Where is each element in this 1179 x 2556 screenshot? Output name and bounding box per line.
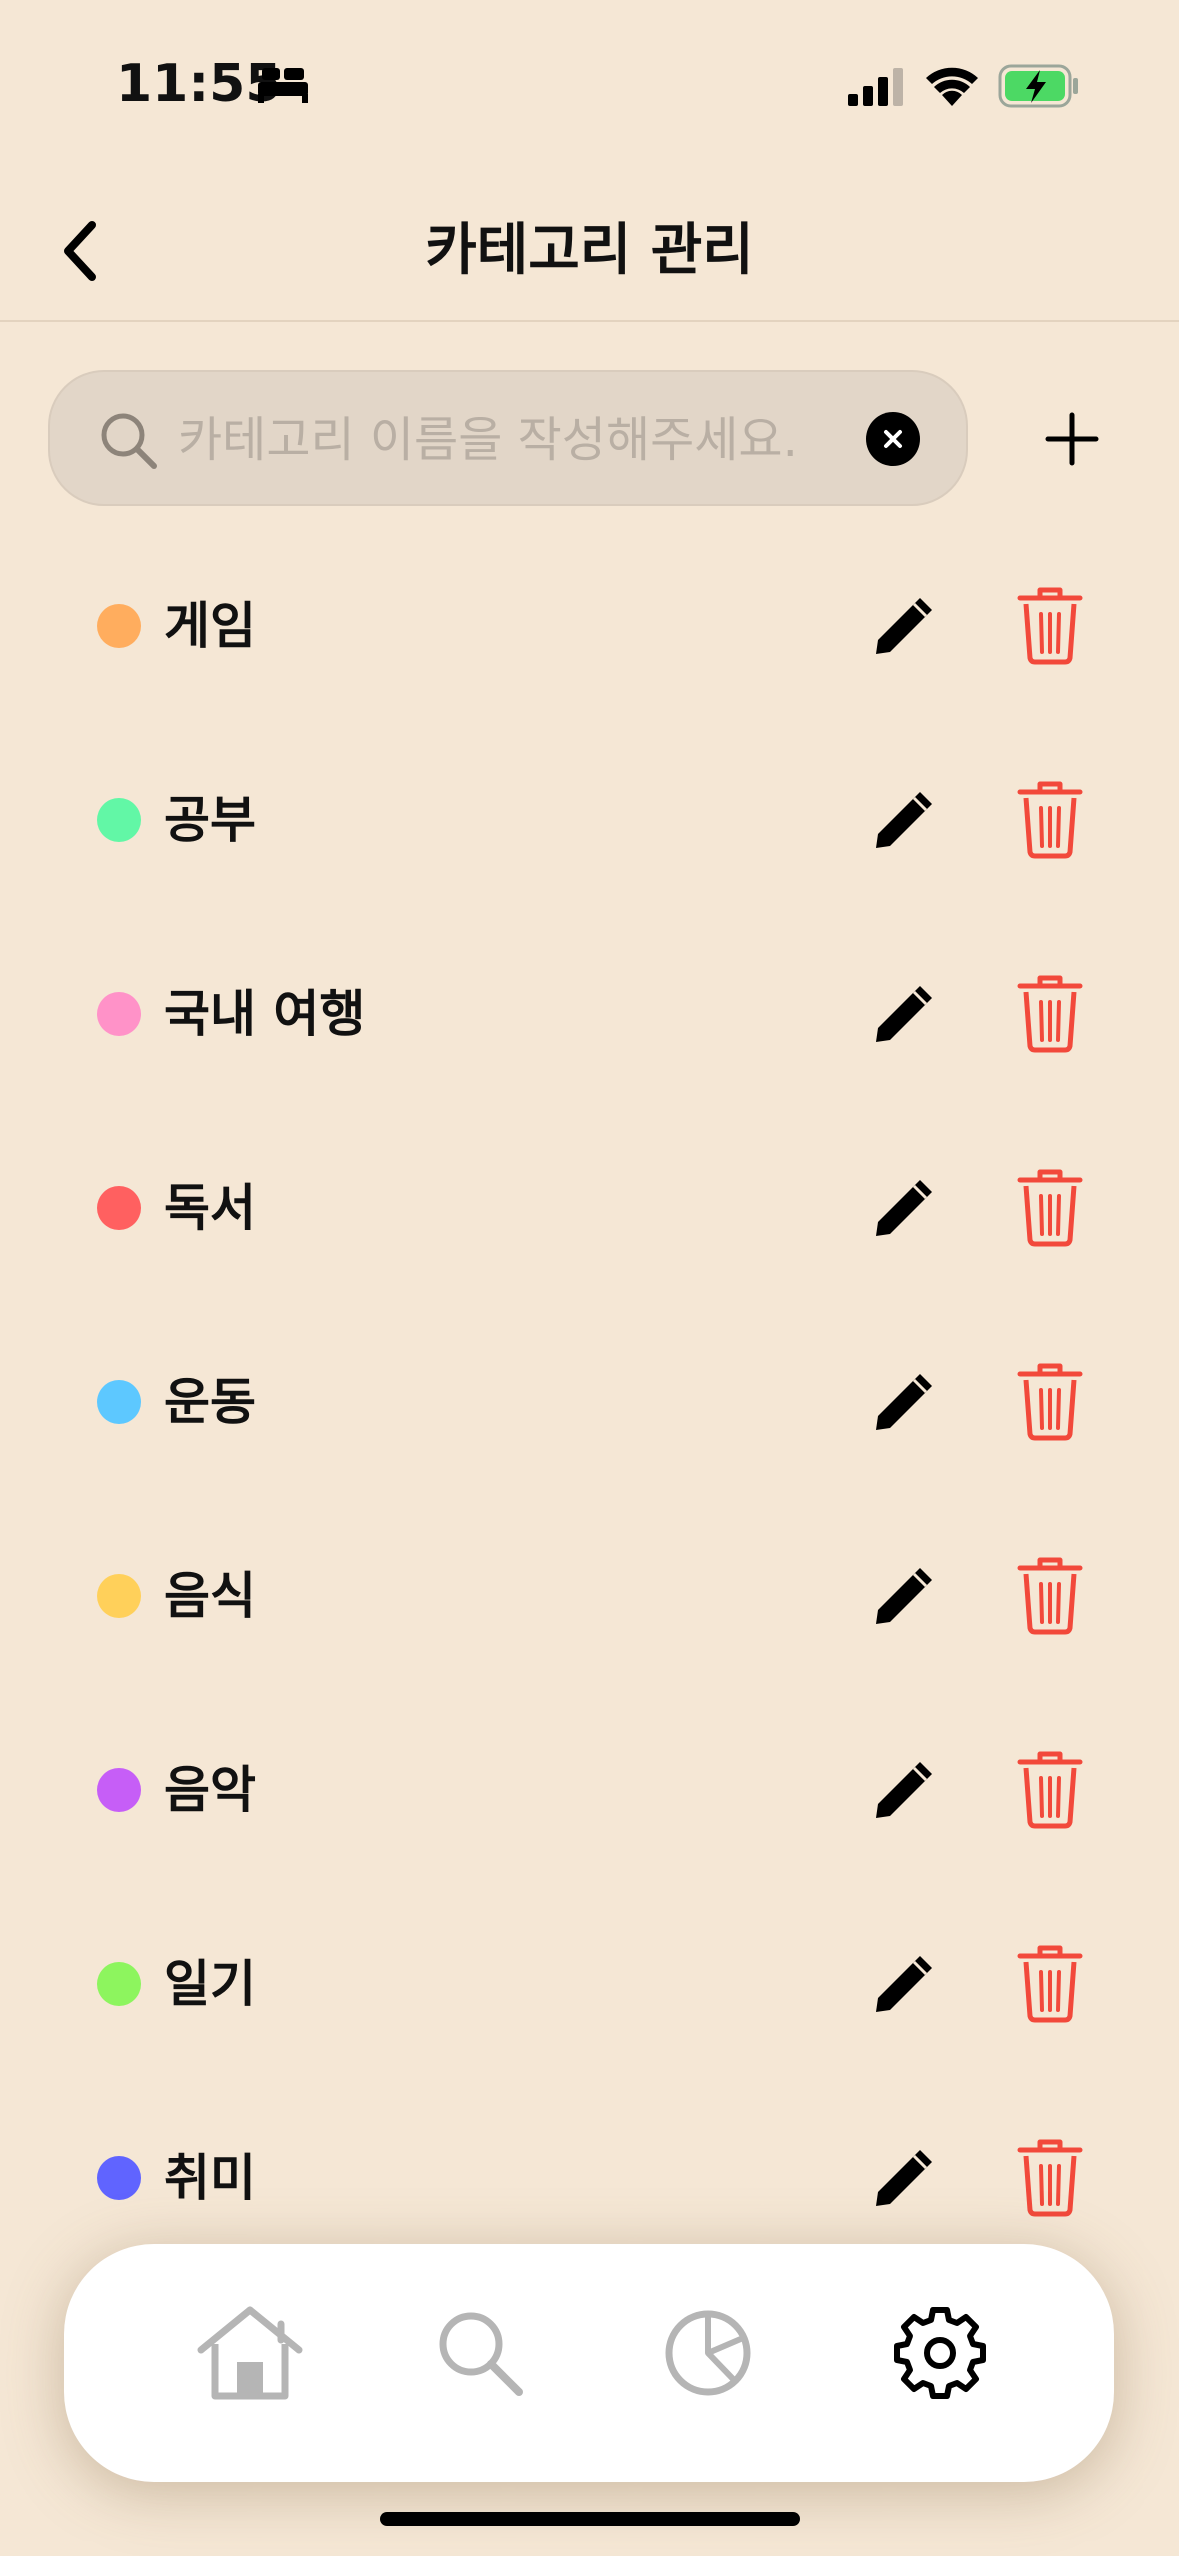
category-color-dot — [97, 1380, 141, 1424]
trash-icon — [1017, 1363, 1083, 1441]
clear-icon — [884, 430, 902, 448]
category-label: 독서 — [164, 1179, 256, 1237]
category-row[interactable]: 독서 — [0, 1110, 1179, 1304]
trash-icon — [1017, 975, 1083, 1053]
category-label: 일기 — [164, 1955, 256, 2013]
category-list: 게임공부국내 여행독서운동음식음악일기취미 — [0, 528, 1179, 2274]
home-icon — [197, 2306, 303, 2400]
delete-category-button[interactable] — [1016, 2138, 1084, 2218]
category-label: 게임 — [164, 597, 256, 655]
category-label: 음식 — [164, 1567, 256, 1625]
status-bar: 11:55 — [0, 0, 1179, 160]
page-title: 카테고리 관리 — [425, 218, 754, 283]
category-row[interactable]: 일기 — [0, 1886, 1179, 2080]
clear-button[interactable] — [866, 412, 920, 466]
delete-category-button[interactable] — [1016, 1556, 1084, 1636]
category-row[interactable]: 음악 — [0, 1692, 1179, 1886]
edit-category-button[interactable] — [870, 1368, 938, 1436]
edit-category-button[interactable] — [870, 2144, 938, 2212]
tab-search[interactable] — [420, 2288, 540, 2418]
trash-icon — [1017, 1751, 1083, 1829]
trash-icon — [1017, 2139, 1083, 2217]
trash-icon — [1017, 1945, 1083, 2023]
pencil-icon — [876, 1956, 932, 2012]
category-label: 운동 — [164, 1373, 256, 1431]
edit-category-button[interactable] — [870, 1174, 938, 1242]
pencil-icon — [876, 986, 932, 1042]
search-icon — [101, 413, 157, 469]
delete-category-button[interactable] — [1016, 1944, 1084, 2024]
battery-charging-icon — [998, 64, 1078, 108]
pencil-icon — [876, 1180, 932, 1236]
delete-category-button[interactable] — [1016, 1168, 1084, 1248]
navigation-bar: 카테고리 관리 — [0, 180, 1179, 322]
category-name-input[interactable] — [178, 400, 858, 480]
pencil-icon — [876, 1568, 932, 1624]
edit-category-button[interactable] — [870, 592, 938, 660]
edit-category-button[interactable] — [870, 1562, 938, 1630]
pencil-icon — [876, 598, 932, 654]
pencil-icon — [876, 792, 932, 848]
pencil-icon — [876, 2150, 932, 2206]
pie-chart-icon — [665, 2310, 751, 2396]
trash-icon — [1017, 781, 1083, 859]
category-color-dot — [97, 1768, 141, 1812]
edit-category-button[interactable] — [870, 1950, 938, 2018]
category-color-dot — [97, 2156, 141, 2200]
home-indicator — [380, 2512, 800, 2526]
edit-category-button[interactable] — [870, 980, 938, 1048]
category-row[interactable]: 국내 여행 — [0, 916, 1179, 1110]
delete-category-button[interactable] — [1016, 586, 1084, 666]
edit-category-button[interactable] — [870, 1756, 938, 1824]
category-color-dot — [97, 1962, 141, 2006]
category-row[interactable]: 운동 — [0, 1304, 1179, 1498]
category-color-dot — [97, 1574, 141, 1618]
tab-statistics[interactable] — [648, 2288, 768, 2418]
trash-icon — [1017, 1557, 1083, 1635]
category-row[interactable]: 게임 — [0, 528, 1179, 722]
trash-icon — [1017, 1169, 1083, 1247]
category-label: 공부 — [164, 791, 256, 849]
bed-icon — [258, 68, 308, 103]
category-color-dot — [97, 798, 141, 842]
tab-settings[interactable] — [880, 2288, 1000, 2418]
search-field[interactable] — [48, 370, 968, 506]
add-category-button[interactable] — [1036, 400, 1108, 478]
chevron-left-icon — [64, 221, 96, 281]
plus-icon — [1045, 412, 1099, 466]
search-icon — [439, 2312, 523, 2396]
category-color-dot — [97, 1186, 141, 1230]
pencil-icon — [876, 1374, 932, 1430]
back-button[interactable] — [40, 206, 120, 296]
category-label: 취미 — [164, 2149, 256, 2207]
tab-bar — [64, 2244, 1114, 2482]
delete-category-button[interactable] — [1016, 1750, 1084, 1830]
delete-category-button[interactable] — [1016, 974, 1084, 1054]
category-row[interactable]: 음식 — [0, 1498, 1179, 1692]
wifi-icon — [926, 67, 978, 106]
screen: 11:55 카테고리 관리 카테고리 이름을 작성해주세요. 게임 공부 국내 … — [0, 0, 1179, 2556]
category-label: 국내 여행 — [164, 985, 366, 1043]
category-color-dot — [97, 992, 141, 1036]
edit-category-button[interactable] — [870, 786, 938, 854]
gear-icon — [894, 2307, 986, 2399]
trash-icon — [1017, 587, 1083, 665]
category-row[interactable]: 공부 — [0, 722, 1179, 916]
pencil-icon — [876, 1762, 932, 1818]
category-color-dot — [97, 604, 141, 648]
cellular-signal-icon — [848, 68, 903, 106]
tab-home[interactable] — [190, 2288, 310, 2418]
delete-category-button[interactable] — [1016, 780, 1084, 860]
delete-category-button[interactable] — [1016, 1362, 1084, 1442]
category-label: 음악 — [164, 1761, 256, 1819]
